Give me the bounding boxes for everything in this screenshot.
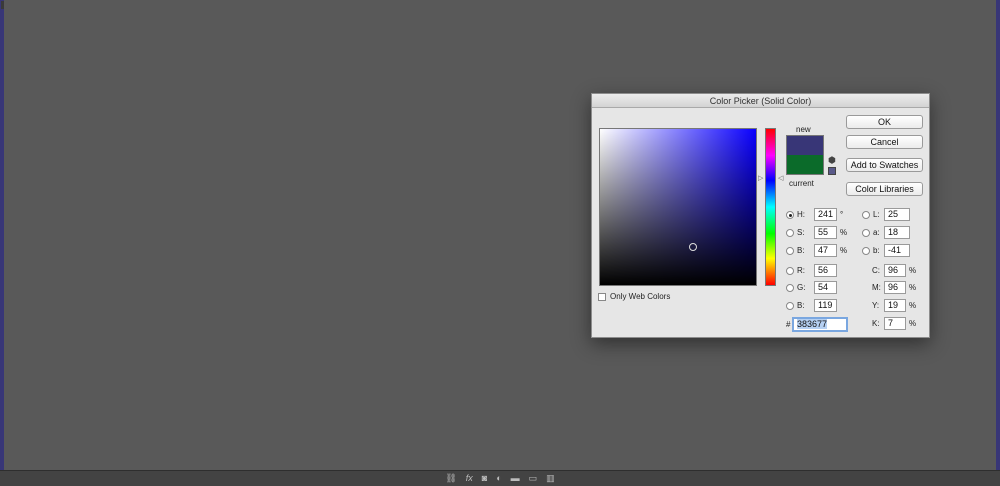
dialog-title[interactable]: Color Picker (Solid Color) xyxy=(592,94,929,108)
hue-label: H: xyxy=(797,210,805,219)
hex-field[interactable]: 383677 xyxy=(792,317,848,332)
brightness-field[interactable]: 47 xyxy=(814,244,837,257)
link-icon[interactable]: ⛓ xyxy=(445,474,456,483)
mask-icon[interactable]: ◙ xyxy=(482,474,487,483)
brightness-unit: % xyxy=(840,246,848,255)
adjustment-icon[interactable]: ◐ xyxy=(496,474,501,483)
hue-field[interactable]: 241 xyxy=(814,208,837,221)
brightness-label: B: xyxy=(797,246,805,255)
yellow-unit: % xyxy=(909,301,917,310)
magenta-field[interactable]: 96 xyxy=(884,281,906,294)
cyan-field[interactable]: 96 xyxy=(884,264,906,277)
magenta-label: M: xyxy=(872,283,881,292)
black-unit: % xyxy=(909,319,917,328)
saturation-radio[interactable] xyxy=(786,229,794,237)
hue-radio[interactable] xyxy=(786,211,794,219)
lab-b-field[interactable]: -41 xyxy=(884,244,910,257)
hue-slider[interactable] xyxy=(765,128,776,286)
only-web-colors-label[interactable]: Only Web Colors xyxy=(610,292,670,301)
layers-panel: ⛓ fx ◙ ◐ ▬ ▭ ▥ xyxy=(0,0,1000,486)
saturation-label: S: xyxy=(797,228,805,237)
red-label: R: xyxy=(797,266,805,275)
folder-icon[interactable]: ▬ xyxy=(511,474,520,483)
green-field[interactable]: 54 xyxy=(814,281,837,294)
lab-a-field[interactable]: 18 xyxy=(884,226,910,239)
black-field[interactable]: 7 xyxy=(884,317,906,330)
new-color-label: new xyxy=(796,125,811,134)
hue-slider-right-arrow[interactable]: ◁ xyxy=(778,175,783,182)
cyan-unit: % xyxy=(909,266,917,275)
red-radio[interactable] xyxy=(786,267,794,275)
color-picker-dialog: Color Picker (Solid Color) ▷ ◁ new curre… xyxy=(591,93,930,338)
ok-button[interactable]: OK xyxy=(846,115,923,129)
out-of-gamut-cube-icon[interactable]: ⬢ xyxy=(828,156,836,165)
current-color-swatch[interactable] xyxy=(786,155,824,175)
only-web-colors-checkbox[interactable] xyxy=(598,293,606,301)
blue-radio[interactable] xyxy=(786,302,794,310)
hue-slider-left-arrow[interactable]: ▷ xyxy=(758,175,763,182)
hex-label: # xyxy=(786,320,791,329)
fx-icon[interactable]: fx xyxy=(466,474,473,483)
hex-value: 383677 xyxy=(797,319,828,329)
current-color-label: current xyxy=(789,179,814,188)
lab-a-label: a: xyxy=(873,228,880,237)
red-field[interactable]: 56 xyxy=(814,264,837,277)
lab-l-label: L: xyxy=(873,210,880,219)
cyan-label: C: xyxy=(872,266,880,275)
lab-l-radio[interactable] xyxy=(862,211,870,219)
magenta-unit: % xyxy=(909,283,917,292)
color-field-marker[interactable] xyxy=(689,243,697,251)
blue-field[interactable]: 119 xyxy=(814,299,837,312)
saturation-brightness-field[interactable] xyxy=(599,128,757,286)
new-layer-icon[interactable]: ▭ xyxy=(529,474,538,483)
cancel-button[interactable]: Cancel xyxy=(846,135,923,149)
yellow-label: Y: xyxy=(872,301,880,310)
trash-icon[interactable]: ▥ xyxy=(546,474,555,483)
black-label: K: xyxy=(872,319,880,328)
lab-l-field[interactable]: 25 xyxy=(884,208,910,221)
brightness-radio[interactable] xyxy=(786,247,794,255)
blue-label: B: xyxy=(797,301,805,310)
saturation-field[interactable]: 55 xyxy=(814,226,837,239)
new-color-swatch xyxy=(786,135,824,155)
saturation-unit: % xyxy=(840,228,848,237)
websafe-warning-icon[interactable] xyxy=(828,167,836,175)
green-radio[interactable] xyxy=(786,284,794,292)
hue-unit: ° xyxy=(840,210,844,219)
lab-b-radio[interactable] xyxy=(862,247,870,255)
add-to-swatches-button[interactable]: Add to Swatches xyxy=(846,158,923,172)
yellow-field[interactable]: 19 xyxy=(884,299,906,312)
lab-a-radio[interactable] xyxy=(862,229,870,237)
green-label: G: xyxy=(797,283,806,292)
layers-footer: ⛓ fx ◙ ◐ ▬ ▭ ▥ xyxy=(0,470,1000,486)
color-libraries-button[interactable]: Color Libraries xyxy=(846,182,923,196)
lab-b-label: b: xyxy=(873,246,880,255)
